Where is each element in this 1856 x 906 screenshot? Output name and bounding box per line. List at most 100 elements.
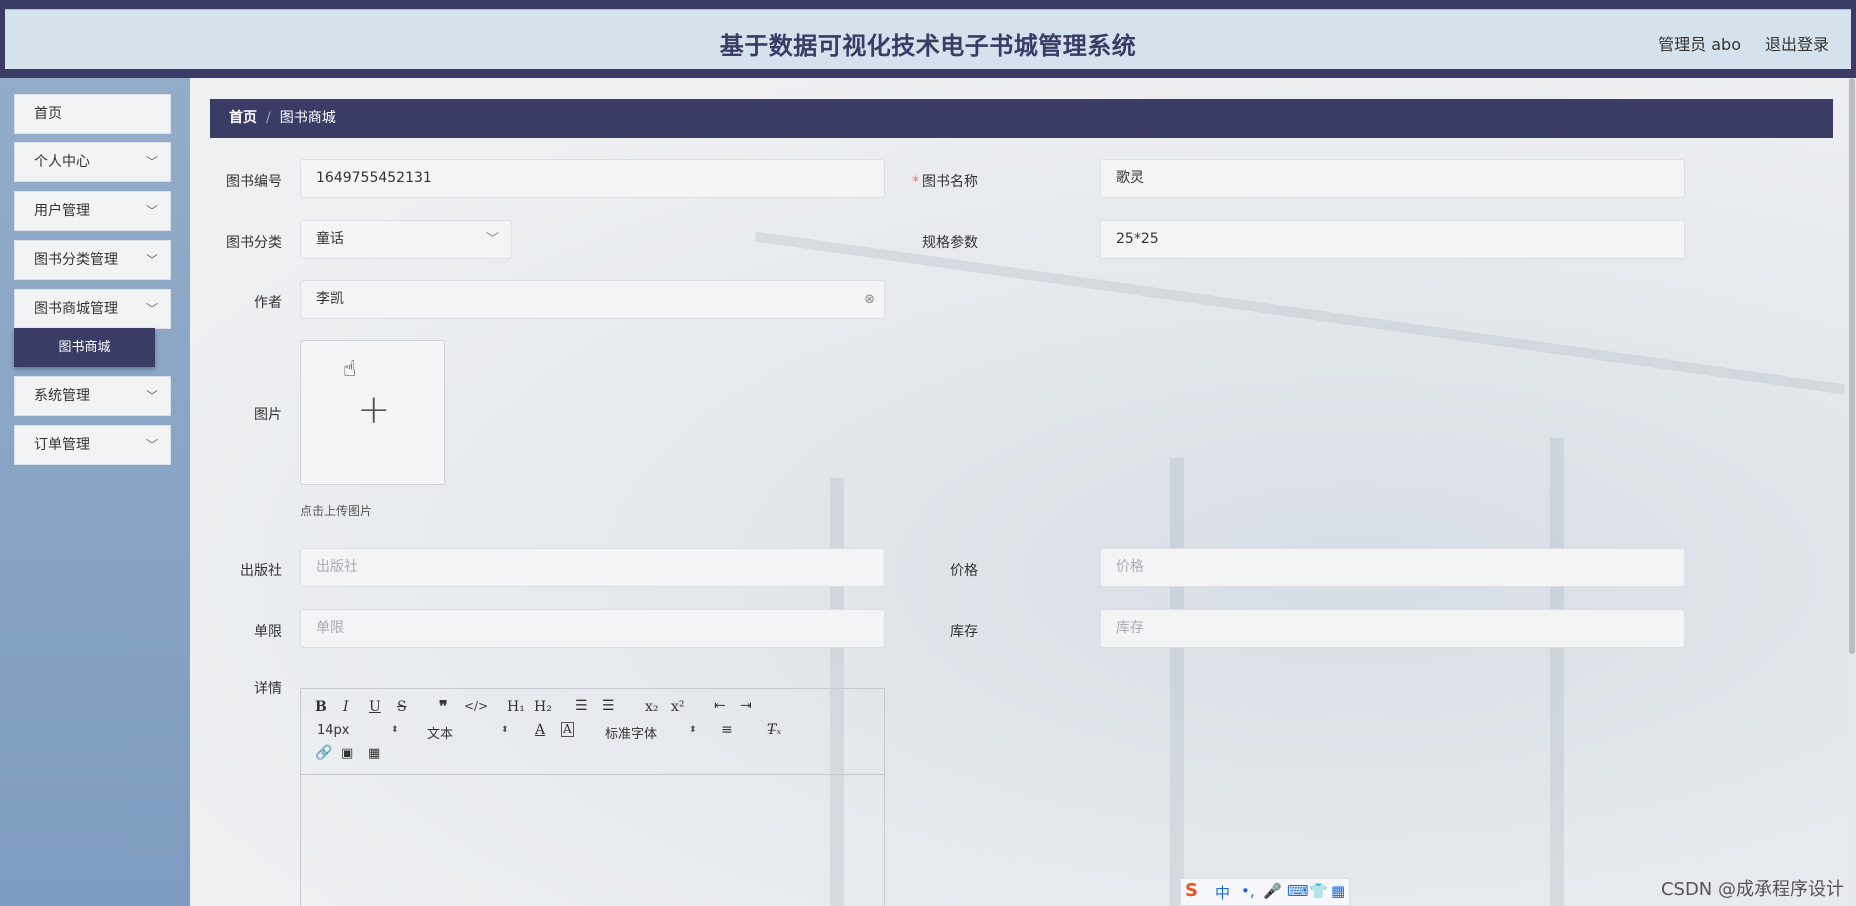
sidebar-item-label: 个人中心 [34, 154, 90, 170]
toolbox-icon[interactable]: ▦ [1331, 882, 1345, 900]
stock-input[interactable]: 库存 [1100, 609, 1685, 648]
category-select[interactable]: 童话 ﹀ [300, 220, 512, 259]
chevron-down-icon: ﹀ [145, 155, 158, 169]
publisher-label: 出版社 [240, 563, 282, 579]
ime-toolbar: S 中 •, 🎤 ⌨ 👕 ▦ [1180, 878, 1350, 906]
book-name-input[interactable]: 歌灵 [1100, 159, 1685, 198]
background-color-icon[interactable]: A [561, 722, 574, 737]
sidebar-item-label: 用户管理 [34, 203, 90, 219]
ordered-list-icon[interactable]: ☰ [575, 698, 588, 714]
chevron-down-icon: ﹀ [145, 204, 158, 218]
price-label: 价格 [950, 563, 978, 579]
clear-format-icon[interactable]: T̶ₓ [767, 722, 781, 738]
bullet-list-icon[interactable]: ☰ [602, 698, 615, 714]
align-icon[interactable]: ≡ [721, 722, 733, 738]
author-label: 作者 [254, 295, 282, 311]
indent-icon[interactable]: ⇥ [740, 698, 752, 714]
image-upload[interactable]: ☝ + [300, 340, 445, 485]
app-title: 基于数据可视化技术电子书城管理系统 [719, 32, 1137, 60]
rich-text-editor: B I U S ❞ </> H₁ H₂ ☰ ☰ x₂ x² ⇤ ⇥ 14px ⬍ … [300, 688, 885, 906]
header-1-icon[interactable]: H₁ [507, 699, 525, 715]
stock-label: 库存 [950, 624, 978, 640]
book-name-label: * 图书名称 [912, 174, 978, 190]
category-selected-value: 童话 [316, 231, 344, 247]
logout-link[interactable]: 退出登录 [1765, 31, 1829, 55]
select-arrows-icon: ⬍ [689, 725, 697, 735]
spec-label: 规格参数 [922, 235, 978, 251]
sidebar-item-system-management[interactable]: 系统管理 ﹀ [14, 376, 171, 416]
font-color-icon[interactable]: A [535, 722, 545, 738]
upload-tip: 点击上传图片 [300, 504, 373, 518]
sidebar-item-user-management[interactable]: 用户管理 ﹀ [14, 191, 171, 231]
admin-user-label: 管理员 abo [1658, 35, 1741, 54]
sidebar-item-order-management[interactable]: 订单管理 ﹀ [14, 425, 171, 465]
breadcrumb: 首页 / 图书商城 [210, 99, 1833, 138]
required-marker: * [912, 174, 919, 190]
main-content: 首页 / 图书商城 图书编号 1649755452131 * 图书名称 歌灵 图书分类… [190, 78, 1856, 906]
chevron-down-icon: ﹀ [145, 438, 158, 452]
chevron-down-icon: ﹀ [145, 253, 158, 267]
outdent-icon[interactable]: ⇤ [714, 698, 726, 714]
scrollbar-thumb[interactable] [1849, 78, 1855, 654]
watermark: CSDN @成承程序设计 [1660, 879, 1844, 900]
ime-mode-label[interactable]: 中 [1215, 882, 1230, 903]
strikethrough-icon[interactable]: S [397, 699, 407, 715]
sogou-logo-icon: S [1185, 880, 1198, 901]
sidebar-item-home[interactable]: 首页 [14, 94, 171, 134]
subscript-icon[interactable]: x₂ [645, 699, 659, 715]
chevron-down-icon: ﹀ [145, 302, 158, 316]
skin-icon[interactable]: 👕 [1309, 882, 1328, 900]
code-block-icon[interactable]: </> [464, 699, 488, 713]
main-scrollbar[interactable] [1848, 78, 1856, 906]
chevron-down-icon: ﹀ [145, 389, 158, 403]
header: 基于数据可视化技术电子书城管理系统 管理员 abo 退出登录 [5, 9, 1851, 69]
text-style-select[interactable]: 文本 ⬍ [427, 723, 511, 742]
category-label: 图书分类 [226, 235, 282, 251]
sidebar-item-label: 图书分类管理 [34, 252, 118, 268]
select-arrows-icon: ⬍ [391, 725, 399, 735]
chevron-down-icon: ﹀ [485, 232, 499, 247]
clear-icon[interactable]: ⊗ [864, 281, 875, 318]
author-input[interactable]: 李凯 ⊗ [300, 280, 885, 319]
select-arrows-icon: ⬍ [501, 725, 509, 735]
image-label: 图片 [254, 407, 282, 423]
blockquote-icon[interactable]: ❞ [439, 697, 448, 716]
link-icon[interactable]: 🔗 [315, 745, 332, 761]
limit-input[interactable]: 单限 [300, 609, 885, 648]
header-2-icon[interactable]: H₂ [534, 699, 552, 715]
sidebar: 首页 个人中心 ﹀ 用户管理 ﹀ 图书分类管理 ﹀ 图书商城管理 ﹀ 图书商城 … [0, 78, 190, 906]
sidebar-item-personal-center[interactable]: 个人中心 ﹀ [14, 142, 171, 182]
sidebar-item-label: 首页 [34, 106, 62, 122]
editor-toolbar: B I U S ❞ </> H₁ H₂ ☰ ☰ x₂ x² ⇤ ⇥ 14px ⬍ … [301, 689, 884, 775]
detail-label: 详情 [254, 681, 282, 697]
sidebar-item-label: 图书商城管理 [34, 301, 118, 317]
sidebar-item-label: 订单管理 [34, 437, 90, 453]
sidebar-item-book-category-management[interactable]: 图书分类管理 ﹀ [14, 240, 171, 280]
underline-icon[interactable]: U [369, 699, 381, 715]
sidebar-item-label: 系统管理 [34, 388, 90, 404]
sidebar-item-book-mall-management[interactable]: 图书商城管理 ﹀ [14, 289, 171, 329]
book-no-input[interactable]: 1649755452131 [300, 159, 885, 198]
breadcrumb-home[interactable]: 首页 [229, 110, 257, 126]
italic-icon[interactable]: I [343, 699, 349, 715]
author-value: 李凯 [316, 291, 344, 307]
superscript-icon[interactable]: x² [671, 699, 685, 715]
publisher-input[interactable]: 出版社 [300, 548, 885, 587]
breadcrumb-separator: / [266, 110, 271, 126]
book-no-label: 图书编号 [226, 174, 282, 190]
font-family-select[interactable]: 标准字体 ⬍ [605, 723, 699, 742]
background-decoration [1170, 458, 1184, 906]
punctuation-icon[interactable]: •, [1241, 882, 1255, 900]
background-decoration [1550, 438, 1564, 906]
keyboard-icon[interactable]: ⌨ [1287, 882, 1309, 900]
font-size-select[interactable]: 14px ⬍ [317, 723, 401, 738]
price-input[interactable]: 价格 [1100, 548, 1685, 587]
image-icon[interactable]: ▣ [341, 746, 353, 761]
video-icon[interactable]: ▦ [368, 746, 380, 761]
microphone-icon[interactable]: 🎤 [1263, 882, 1282, 900]
breadcrumb-current: 图书商城 [279, 110, 336, 126]
bold-icon[interactable]: B [315, 699, 327, 715]
sidebar-subitem-book-mall[interactable]: 图书商城 [14, 328, 155, 367]
limit-label: 单限 [254, 624, 282, 640]
spec-input[interactable]: 25*25 [1100, 220, 1685, 259]
